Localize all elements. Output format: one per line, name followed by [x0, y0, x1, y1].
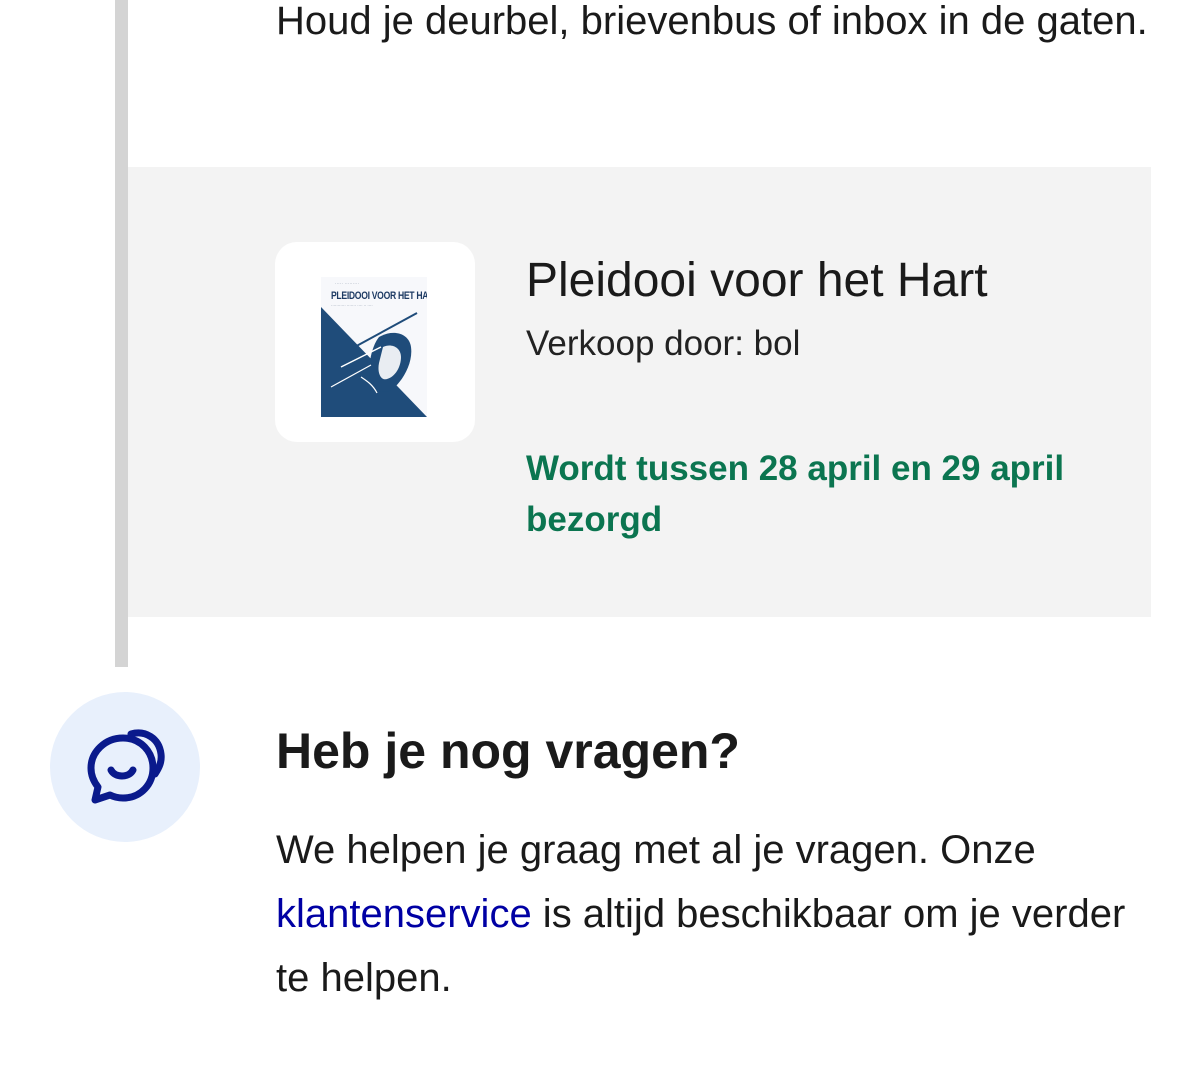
- seller-text: Verkoop door: bol: [526, 324, 801, 363]
- book-cover-image: ····· ········· PLEIDOOI VOOR HET HART ·…: [321, 277, 427, 417]
- help-text-before: We helpen je graag met al je vragen. Onz…: [276, 828, 1036, 872]
- delivery-notice-text: Houd je deurbel, brievenbus of inbox in …: [276, 0, 1148, 43]
- help-text: We helpen je graag met al je vragen. Onz…: [276, 818, 1166, 1010]
- chat-bubbles-icon: [87, 729, 165, 804]
- customer-service-link[interactable]: klantenservice: [276, 892, 532, 936]
- product-thumbnail[interactable]: ····· ········· PLEIDOOI VOOR HET HART ·…: [275, 242, 475, 442]
- cover-author-text: ····· ·········: [335, 281, 360, 286]
- product-title[interactable]: Pleidooi voor het Hart: [526, 253, 988, 308]
- help-heading: Heb je nog vragen?: [276, 723, 740, 779]
- cover-title-text: PLEIDOOI VOOR HET HART: [331, 289, 427, 302]
- timeline-line: [115, 0, 128, 667]
- product-card[interactable]: ····· ········· PLEIDOOI VOOR HET HART ·…: [128, 167, 1151, 617]
- delivery-window-text: Wordt tussen 28 april en 29 april bezorg…: [526, 449, 1065, 539]
- order-status-page: Houd je deurbel, brievenbus of inbox in …: [0, 0, 1200, 1087]
- help-icon-badge: [50, 692, 200, 842]
- cover-illustration: [321, 307, 427, 417]
